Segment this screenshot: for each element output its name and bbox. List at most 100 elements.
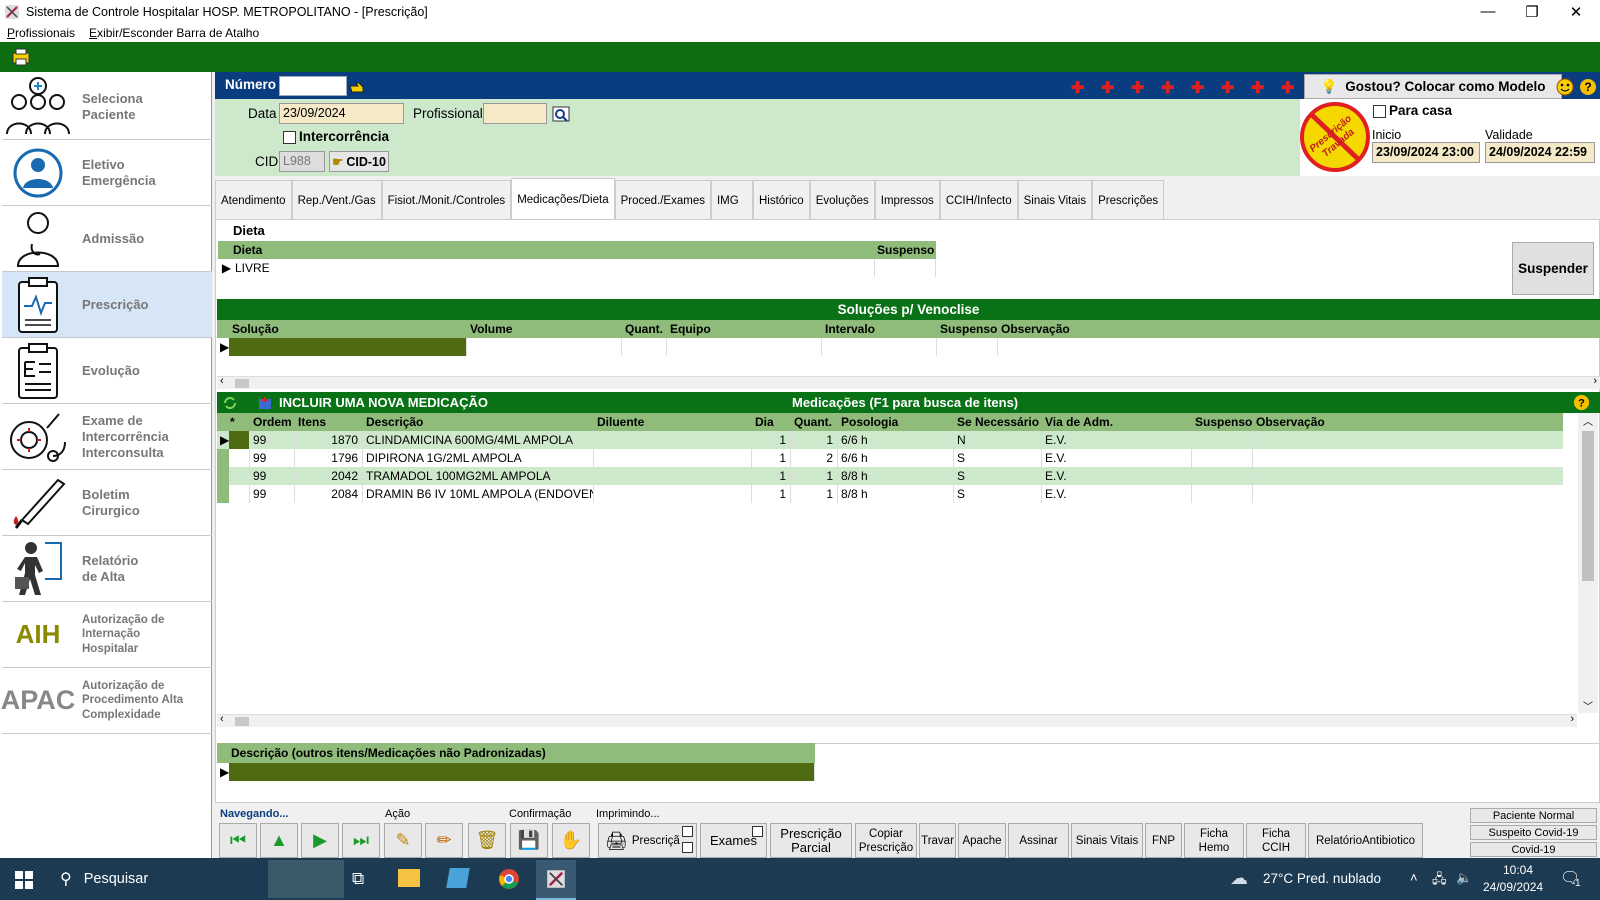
itens-cell[interactable]: 2042 xyxy=(295,467,363,485)
ficha-ccih-button[interactable]: Ficha CCIH xyxy=(1246,823,1306,858)
tab-sinais-vitais[interactable]: Sinais Vitais xyxy=(1017,180,1093,220)
scroll-down-icon[interactable]: ﹀ xyxy=(1583,698,1593,713)
observacao-cell[interactable] xyxy=(1253,485,1563,503)
volume-cell[interactable] xyxy=(467,338,622,356)
medicacoes-hscrollbar[interactable]: ‹ › xyxy=(217,713,1577,727)
previous-record-button[interactable]: ▲ xyxy=(260,823,298,858)
add-icon[interactable]: ✚ xyxy=(1071,78,1084,98)
exames-checkbox[interactable] xyxy=(752,826,763,837)
new-button[interactable]: ✎ xyxy=(384,823,422,858)
table-row[interactable]: 99 2042 TRAMADOL 100MG2ML AMPOLA 1 1 8/8… xyxy=(217,467,1563,485)
sidebar-item-exame-intercorrencia[interactable]: Exame de Intercorrência Interconsulta xyxy=(2,404,212,470)
star-cell[interactable] xyxy=(229,485,250,503)
tab-img[interactable]: IMG xyxy=(710,180,753,220)
add-icon[interactable]: ✚ xyxy=(1191,78,1204,98)
printer-shortcut-icon[interactable] xyxy=(11,47,31,67)
close-button[interactable]: ✕ xyxy=(1554,0,1598,23)
posologia-cell[interactable]: 8/8 h xyxy=(838,467,954,485)
medicacoes-vscrollbar[interactable]: ︿ ﹀ xyxy=(1578,413,1598,713)
posologia-cell[interactable]: 8/8 h xyxy=(838,485,954,503)
scroll-right-icon[interactable]: › xyxy=(1570,713,1574,725)
weather-text[interactable]: 27°C Pred. nublado xyxy=(1263,871,1381,886)
table-row[interactable]: 99 1796 DIPIRONA 1G/2ML AMPOLA 1 2 6/6 h… xyxy=(217,449,1563,467)
print-option-checkbox[interactable] xyxy=(682,842,693,853)
diluente-cell[interactable] xyxy=(594,485,752,503)
diluente-cell[interactable] xyxy=(594,467,752,485)
scroll-thumb[interactable] xyxy=(235,379,249,388)
star-cell[interactable] xyxy=(229,431,250,449)
dia-cell[interactable]: 1 xyxy=(752,431,791,449)
volume-icon[interactable]: 🔈 xyxy=(1456,870,1472,886)
table-row[interactable]: 99 2084 DRAMIN B6 IV 10ML AMPOLA (ENDOVE… xyxy=(217,485,1563,503)
file-explorer-icon[interactable] xyxy=(398,869,420,887)
via-cell[interactable]: E.V. xyxy=(1042,449,1192,467)
ficha-hemo-button[interactable]: Ficha Hemo xyxy=(1184,823,1244,858)
app-icon[interactable] xyxy=(446,868,470,888)
suspenso-cell[interactable] xyxy=(875,259,936,277)
relatorio-antibiotico-button[interactable]: RelatórioAntibiotico xyxy=(1308,823,1423,858)
chevron-up-icon[interactable]: ˄ xyxy=(1410,870,1418,885)
prescricao-parcial-button[interactable]: Prescrição Parcial xyxy=(770,823,852,858)
next-record-button[interactable]: ▶ xyxy=(301,823,339,858)
dia-cell[interactable]: 1 xyxy=(752,467,791,485)
tab-fisiot[interactable]: Fisiot./Monit./Controles xyxy=(381,180,512,220)
sidebar-item-aih[interactable]: AIH Autorização de Internação Hospitalar xyxy=(2,602,212,668)
edit-button[interactable]: ✏ xyxy=(425,823,463,858)
equipo-cell[interactable] xyxy=(667,338,822,356)
se-necessario-cell[interactable]: S xyxy=(954,467,1042,485)
sidebar-item-evolucao[interactable]: Evolução xyxy=(2,338,212,404)
copiar-prescricao-button[interactable]: Copiar Prescrição xyxy=(855,823,917,858)
cancel-button[interactable]: ✋ xyxy=(552,823,590,858)
tab-evolucoes[interactable]: Evoluções xyxy=(809,180,875,220)
suspenso-cell[interactable] xyxy=(1192,431,1253,449)
solucao-cell[interactable] xyxy=(229,338,467,356)
menu-profissionais[interactable]: Profissionais xyxy=(7,26,75,40)
validade-field[interactable]: 24/09/2024 22:59 xyxy=(1485,142,1595,163)
save-as-model-button[interactable]: 💡 Gostou? Colocar como Modelo xyxy=(1304,74,1562,99)
observacao-cell[interactable] xyxy=(1253,449,1563,467)
save-button[interactable]: 💾 xyxy=(510,823,548,858)
solucoes-hscrollbar[interactable]: ‹ › xyxy=(217,375,1600,389)
numero-input[interactable] xyxy=(279,76,347,96)
suspenso-cell[interactable] xyxy=(1192,467,1253,485)
table-row[interactable]: ▶ xyxy=(217,763,815,781)
scroll-thumb[interactable] xyxy=(235,717,249,726)
assinar-button[interactable]: Assinar xyxy=(1008,823,1069,858)
delete-button[interactable]: 🗑 xyxy=(468,823,506,858)
ordem-cell[interactable]: 99 xyxy=(250,485,295,503)
ordem-cell[interactable]: 99 xyxy=(250,431,295,449)
hand-pointer-icon[interactable] xyxy=(349,80,365,94)
tab-proced-exames[interactable]: Proced./Exames xyxy=(614,180,711,220)
fnp-button[interactable]: FNP xyxy=(1145,823,1182,858)
quant-cell[interactable]: 2 xyxy=(791,449,838,467)
tab-ccih-infecto[interactable]: CCIH/Infecto xyxy=(939,180,1018,220)
tab-historico[interactable]: Histórico xyxy=(752,180,810,220)
weather-icon[interactable]: ☁ xyxy=(1230,868,1248,889)
observacao-cell[interactable] xyxy=(1253,467,1563,485)
print-prescription-button[interactable]: 🖨 Prescriçã xyxy=(598,823,697,858)
scroll-left-icon[interactable]: ‹ xyxy=(220,713,224,725)
add-icon[interactable]: ✚ xyxy=(1161,78,1174,98)
table-row[interactable]: ▶ xyxy=(217,338,1600,356)
ordem-cell[interactable]: 99 xyxy=(250,467,295,485)
smiley-icon[interactable] xyxy=(1556,78,1574,96)
clock-date[interactable]: 24/09/2024 xyxy=(1483,880,1543,894)
quant-cell[interactable] xyxy=(622,338,667,356)
scroll-right-icon[interactable]: › xyxy=(1593,375,1597,387)
scroll-left-icon[interactable]: ‹ xyxy=(220,375,224,387)
taskbar-active-app[interactable] xyxy=(536,860,576,900)
minimize-button[interactable]: — xyxy=(1466,0,1510,23)
dia-cell[interactable]: 1 xyxy=(752,449,791,467)
sidebar-item-admissao[interactable]: Admissão xyxy=(2,206,212,272)
print-option-checkbox[interactable] xyxy=(682,826,693,837)
sidebar-item-prescricao[interactable]: Prescrição xyxy=(2,272,212,338)
search-professional-icon[interactable] xyxy=(552,105,570,123)
suspeito-covid-button[interactable]: Suspeito Covid-19 xyxy=(1470,825,1597,840)
star-cell[interactable] xyxy=(229,449,250,467)
dieta-cell[interactable]: LIVRE xyxy=(232,259,875,277)
exames-button[interactable]: Exames xyxy=(700,823,767,858)
restore-button[interactable]: ❐ xyxy=(1510,0,1554,23)
paciente-normal-button[interactable]: Paciente Normal xyxy=(1470,808,1597,823)
new-medication-icon[interactable] xyxy=(257,395,273,411)
data-field[interactable]: 23/09/2024 xyxy=(279,103,404,124)
